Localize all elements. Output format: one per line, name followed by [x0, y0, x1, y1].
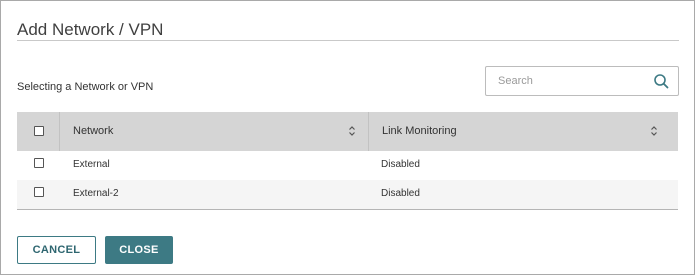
column-header-link-monitoring[interactable]: Link Monitoring [382, 112, 457, 151]
table-header: Network Link Monitoring [17, 112, 678, 151]
title-divider [17, 40, 679, 41]
close-button[interactable]: CLOSE [105, 236, 173, 264]
search-icon[interactable] [653, 73, 669, 89]
row-checkbox[interactable] [34, 158, 44, 168]
dialog-subtitle: Selecting a Network or VPN [17, 81, 154, 93]
row-checkbox[interactable] [34, 187, 44, 197]
network-cell: External [73, 159, 110, 170]
table-bottom-border [17, 209, 678, 210]
column-divider [59, 112, 60, 151]
column-header-network[interactable]: Network [73, 112, 113, 151]
dialog-title: Add Network / VPN [17, 20, 164, 39]
table-row[interactable]: External-2 Disabled [17, 180, 678, 209]
select-all-checkbox[interactable] [34, 126, 44, 136]
networks-table: Network Link Monitoring External Disable… [17, 112, 678, 210]
search-input[interactable] [498, 73, 638, 89]
sort-link-monitoring-icon[interactable] [650, 125, 658, 137]
cancel-button[interactable]: CANCEL [17, 236, 96, 264]
link-monitoring-cell: Disabled [381, 188, 420, 199]
column-divider [368, 112, 369, 151]
table-row[interactable]: External Disabled [17, 151, 678, 180]
sort-network-icon[interactable] [348, 125, 356, 137]
network-cell: External-2 [73, 188, 119, 199]
link-monitoring-cell: Disabled [381, 159, 420, 170]
add-network-vpn-dialog: Add Network / VPN Selecting a Network or… [0, 0, 695, 275]
search-box[interactable] [485, 66, 679, 96]
